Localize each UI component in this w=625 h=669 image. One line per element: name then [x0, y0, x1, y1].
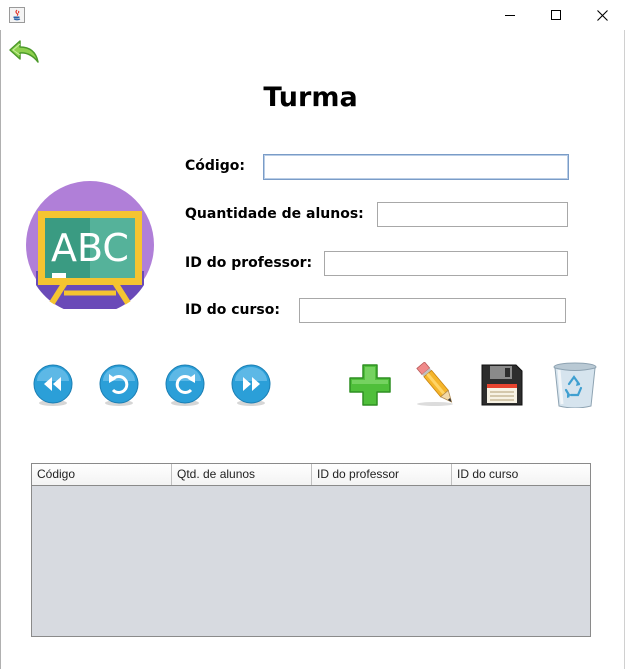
professor-input[interactable]	[324, 251, 568, 276]
floppy-disk-icon	[481, 364, 523, 406]
plus-icon	[349, 364, 391, 406]
java-app-icon	[9, 7, 25, 23]
table-header: Código Qtd. de alunos ID do professor ID…	[32, 464, 590, 486]
professor-label: ID do professor:	[185, 255, 313, 271]
delete-button[interactable]	[552, 362, 598, 409]
recycle-bin-icon	[553, 362, 597, 409]
column-header-codigo[interactable]: Código	[32, 464, 172, 485]
maximize-button[interactable]	[533, 0, 579, 30]
pencil-icon	[416, 361, 453, 406]
redo-icon	[165, 364, 205, 406]
column-header-qtd-alunos[interactable]: Qtd. de alunos	[172, 464, 312, 485]
logo-text: ABC	[51, 226, 129, 270]
curso-label: ID do curso:	[185, 302, 280, 318]
quantidade-input[interactable]	[377, 202, 568, 227]
back-button[interactable]	[8, 38, 42, 66]
fast-forward-icon	[231, 364, 271, 406]
abc-board-logo: ABC	[26, 181, 154, 315]
title-bar	[0, 0, 625, 30]
maximize-icon	[551, 10, 561, 20]
minimize-icon	[505, 15, 515, 16]
codigo-input[interactable]	[263, 154, 569, 180]
table-body[interactable]	[32, 486, 590, 636]
column-header-id-curso[interactable]: ID do curso	[452, 464, 590, 485]
save-button[interactable]	[479, 362, 525, 408]
edit-button[interactable]	[413, 361, 459, 408]
next-record-button[interactable]	[165, 364, 205, 406]
close-button[interactable]	[579, 0, 625, 30]
minimize-button[interactable]	[487, 0, 533, 30]
add-button[interactable]	[347, 362, 393, 408]
rewind-icon	[33, 364, 73, 406]
curso-input[interactable]	[299, 298, 566, 323]
codigo-label: Código:	[185, 158, 245, 174]
last-record-button[interactable]	[231, 364, 271, 406]
turma-table[interactable]: Código Qtd. de alunos ID do professor ID…	[31, 463, 591, 637]
quantidade-label: Quantidade de alunos:	[185, 206, 364, 222]
page-title: Turma	[263, 82, 358, 113]
close-icon	[596, 9, 608, 21]
column-header-id-professor[interactable]: ID do professor	[312, 464, 452, 485]
previous-record-button[interactable]	[99, 364, 139, 406]
undo-icon	[99, 364, 139, 406]
first-record-button[interactable]	[33, 364, 73, 406]
back-arrow-icon	[9, 40, 39, 63]
